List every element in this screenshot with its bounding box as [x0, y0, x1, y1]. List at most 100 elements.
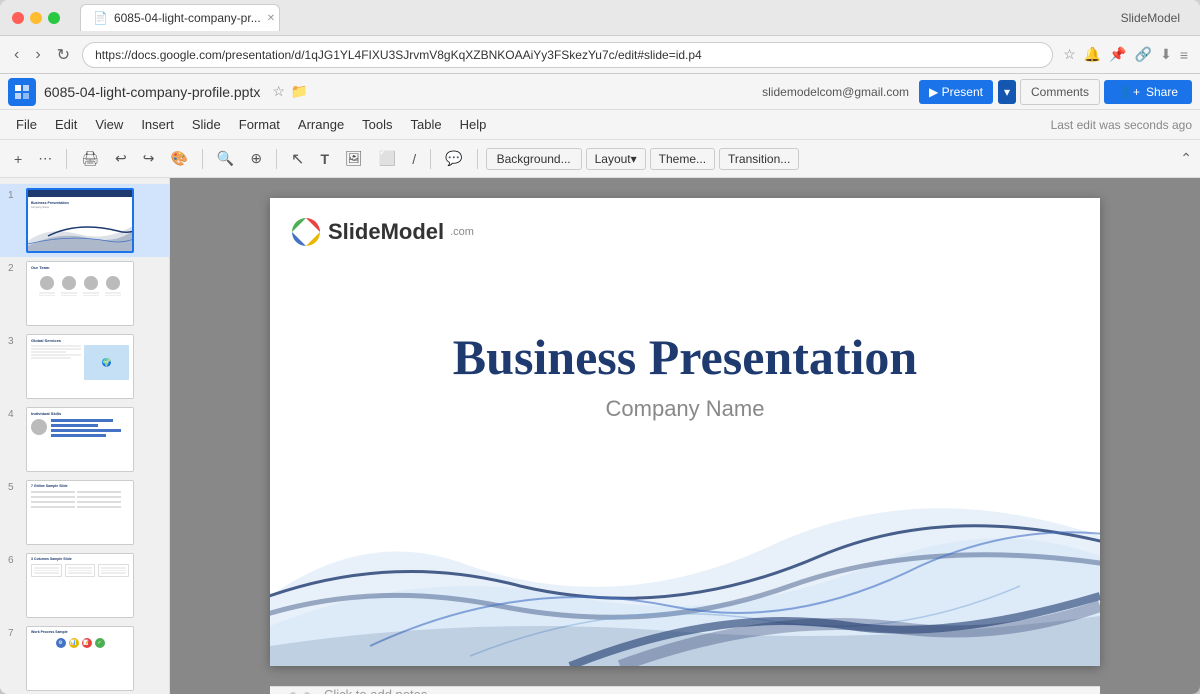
image-button[interactable]: 🖼 — [339, 146, 369, 171]
subtitle: Company Name — [270, 396, 1100, 422]
forward-button[interactable]: › — [31, 44, 44, 66]
zoom-percent-button[interactable]: ⊕ — [244, 146, 268, 171]
layout-button[interactable]: Layout▾ — [586, 148, 646, 170]
close-button[interactable] — [12, 12, 24, 24]
toolbar-separator-3 — [276, 149, 277, 169]
theme-button[interactable]: Theme... — [650, 148, 715, 170]
menu-bar: File Edit View Insert Slide Format Arran… — [0, 110, 1200, 140]
slide-img-3: Global Services — [26, 334, 134, 399]
title-bar: 📄 6085-04-light-company-pr... ✕ SlideMod… — [0, 0, 1200, 36]
print-button[interactable]: 🖨 — [75, 146, 105, 171]
slide-thumb-6[interactable]: 6 3 Columns Sample Slide — [0, 549, 169, 622]
menu-file[interactable]: File — [8, 113, 45, 136]
last-edit: Last edit was seconds ago — [1051, 118, 1192, 132]
bookmark-icon[interactable]: ☆ — [1061, 44, 1078, 65]
logo-text: SlideModel — [328, 219, 444, 245]
comment-button[interactable]: 💬 — [439, 146, 468, 171]
slide-main-title: Business Presentation — [453, 329, 917, 385]
reload-button[interactable]: ↻ — [53, 43, 74, 67]
url-bar: ‹ › ↻ ☆ 🔔 📌 🔗 ⬇ ≡ — [0, 36, 1200, 74]
menu-insert[interactable]: Insert — [133, 113, 182, 136]
line-button[interactable]: / — [406, 147, 422, 171]
user-email: slidemodelcom@gmail.com — [762, 85, 909, 99]
minimize-button[interactable] — [30, 12, 42, 24]
toolbar-collapse-button[interactable]: ⌃ — [1180, 150, 1192, 167]
menu-view[interactable]: View — [87, 113, 131, 136]
extension-icon5[interactable]: ≡ — [1178, 45, 1190, 65]
share-label: Share — [1146, 85, 1178, 99]
app-container: 6085-04-light-company-profile.pptx ☆ 📁 s… — [0, 74, 1200, 694]
back-button[interactable]: ‹ — [10, 44, 23, 66]
extension-icon2[interactable]: 📌 — [1107, 44, 1128, 65]
browser-window: 📄 6085-04-light-company-pr... ✕ SlideMod… — [0, 0, 1200, 694]
browser-brand: SlideModel — [1121, 11, 1188, 25]
logo-com: .com — [450, 226, 474, 238]
extension-icon3[interactable]: 🔗 — [1133, 44, 1154, 65]
wave-decoration — [270, 446, 1100, 666]
notes-bar: Click to add notes — [270, 686, 1100, 694]
folder-icon[interactable]: 📁 — [291, 83, 308, 100]
select-button[interactable]: ↖ — [285, 145, 310, 173]
toolbar-separator-1 — [66, 149, 67, 169]
zoom-in-button[interactable]: + — [8, 147, 28, 171]
slide-thumb-4[interactable]: 4 Individual Skills — [0, 403, 169, 476]
menu-table[interactable]: Table — [403, 113, 450, 136]
shapes-button[interactable]: ⬜ — [373, 146, 402, 171]
slide-num-5: 5 — [8, 480, 20, 493]
app-title: 6085-04-light-company-profile.pptx — [44, 84, 260, 100]
slide-img-2: Our Team — [26, 261, 134, 326]
zoom-button[interactable]: 🔍 — [211, 146, 240, 171]
comments-button[interactable]: Comments — [1020, 79, 1100, 105]
slide-img-5: 7 Gitline Sample Slide — [26, 480, 134, 545]
app-logo — [8, 78, 36, 106]
slide-canvas[interactable]: SlideModel .com Business Presentation Com… — [270, 198, 1100, 666]
menu-format[interactable]: Format — [231, 113, 288, 136]
slide-num-4: 4 — [8, 407, 20, 420]
slide-img-7: Work Process Sample ⚙ 📊 📝 — [26, 626, 134, 691]
slide-editor[interactable]: SlideModel .com Business Presentation Com… — [170, 178, 1200, 686]
extension-icon4[interactable]: ⬇ — [1158, 44, 1174, 65]
menu-slide[interactable]: Slide — [184, 113, 229, 136]
menu-edit[interactable]: Edit — [47, 113, 85, 136]
menu-help[interactable]: Help — [452, 113, 495, 136]
slide-num-3: 3 — [8, 334, 20, 347]
transition-button[interactable]: Transition... — [719, 148, 799, 170]
text-button[interactable]: T — [314, 147, 335, 171]
tab-title: 6085-04-light-company-pr... — [114, 11, 261, 25]
undo-button[interactable]: ↩ — [109, 146, 133, 171]
share-icon: 👤+ — [1118, 85, 1140, 99]
slide-thumb-2[interactable]: 2 Our Team — [0, 257, 169, 330]
url-input[interactable] — [82, 42, 1053, 68]
star-icon[interactable]: ☆ — [272, 83, 285, 100]
slide-thumb-3[interactable]: 3 Global Services — [0, 330, 169, 403]
paint-format-button[interactable]: 🎨 — [164, 146, 193, 171]
menu-tools[interactable]: Tools — [354, 113, 400, 136]
app-title-right: slidemodelcom@gmail.com ▶ Present ▾ Comm… — [762, 79, 1192, 105]
notes-placeholder[interactable]: Click to add notes — [314, 687, 427, 694]
slide-num-6: 6 — [8, 553, 20, 566]
tab-close-icon[interactable]: ✕ — [267, 13, 275, 24]
present-dropdown-button[interactable]: ▾ — [998, 80, 1016, 104]
maximize-button[interactable] — [48, 12, 60, 24]
toolbar-separator-4 — [430, 149, 431, 169]
slide-thumb-5[interactable]: 5 7 Gitline Sample Slide — [0, 476, 169, 549]
extension-icon1[interactable]: 🔔 — [1082, 44, 1103, 65]
main-content: 1 Business Presentation Company Name — [0, 178, 1200, 694]
redo-button[interactable]: ↪ — [137, 146, 161, 171]
browser-tab[interactable]: 📄 6085-04-light-company-pr... ✕ — [80, 4, 280, 31]
slide-img-4: Individual Skills — [26, 407, 134, 472]
menu-arrange[interactable]: Arrange — [290, 113, 352, 136]
slide-thumb-7[interactable]: 7 Work Process Sample ⚙ 📊 — [0, 622, 169, 694]
slide-num-7: 7 — [8, 626, 20, 639]
more-button[interactable]: ⋯ — [32, 146, 58, 171]
share-button[interactable]: 👤+ Share — [1104, 80, 1192, 104]
slide-thumb-1[interactable]: 1 Business Presentation Company Name — [0, 184, 169, 257]
toolbar-separator-5 — [477, 149, 478, 169]
background-button[interactable]: Background... — [486, 148, 582, 170]
slide-num-2: 2 — [8, 261, 20, 274]
slide-num-1: 1 — [8, 188, 20, 201]
slide-img-6: 3 Columns Sample Slide — [26, 553, 134, 618]
toolbar: + ⋯ 🖨 ↩ ↪ 🎨 🔍 ⊕ ↖ T 🖼 ⬜ / 💬 Background..… — [0, 140, 1200, 178]
present-button[interactable]: ▶ Present — [919, 80, 993, 104]
slide-logo: SlideModel .com — [290, 216, 474, 248]
